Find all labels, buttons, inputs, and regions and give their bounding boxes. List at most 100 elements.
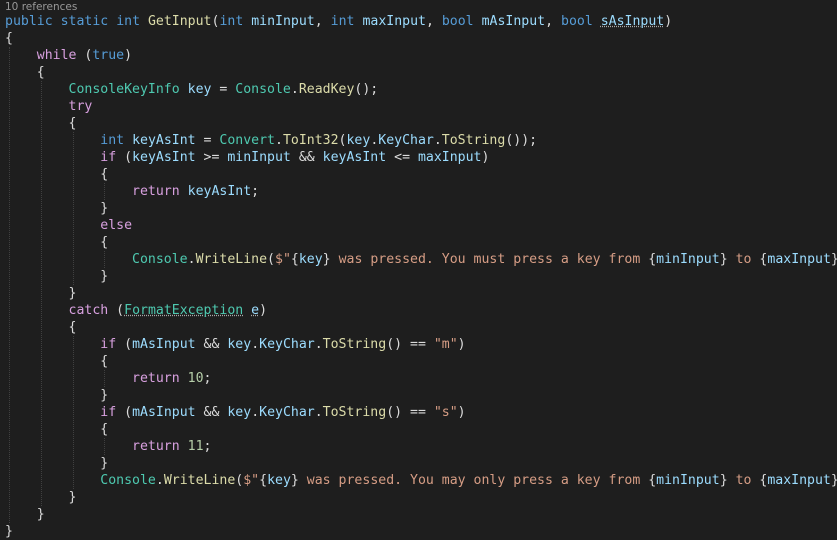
code-line: { xyxy=(5,30,13,47)
code-token: (); xyxy=(354,82,379,97)
code-token: = xyxy=(211,82,236,97)
code-token: && xyxy=(195,337,228,352)
code-token: while xyxy=(36,48,77,63)
code-token: mAsInput xyxy=(481,14,546,29)
code-token: { xyxy=(5,31,13,46)
code-line: return 10; xyxy=(5,370,211,387)
code-token: { xyxy=(5,167,109,182)
code-token: } xyxy=(5,456,109,471)
code-token: { xyxy=(648,473,657,488)
code-line: public static int GetInput(int minInput,… xyxy=(5,13,672,30)
code-token: bool xyxy=(561,14,593,29)
code-line: if (mAsInput && key.KeyChar.ToString() =… xyxy=(5,404,465,421)
code-token: key xyxy=(187,82,212,97)
code-line: catch (FormatException e) xyxy=(5,302,268,319)
code-token: , xyxy=(425,14,442,29)
code-token: was pressed. You may only press a key fr… xyxy=(298,473,649,488)
code-token: () == xyxy=(386,337,434,352)
code-token: ConsoleKeyInfo xyxy=(68,82,180,97)
code-token: minInput xyxy=(251,14,315,29)
code-token: to xyxy=(727,473,760,488)
code-token: ReadKey xyxy=(298,82,355,97)
code-token: } xyxy=(5,524,13,539)
code-token: () == xyxy=(386,405,434,420)
code-token: int xyxy=(219,14,244,29)
code-token: "s" xyxy=(433,405,458,420)
code-token: mAsInput xyxy=(132,405,196,420)
code-line: } xyxy=(5,455,108,472)
code-token: <= xyxy=(386,150,418,165)
code-token: ToString xyxy=(322,405,387,420)
code-token: { xyxy=(648,252,657,267)
code-token: ; xyxy=(203,371,212,386)
code-token: KeyChar xyxy=(259,405,315,420)
code-token: GetInput xyxy=(147,14,212,29)
code-token: int xyxy=(116,14,141,29)
code-token: } xyxy=(5,201,109,216)
code-line: { xyxy=(5,421,108,438)
code-token: ) xyxy=(481,150,490,165)
code-token: { xyxy=(5,65,45,80)
code-token: $" xyxy=(243,473,260,488)
code-token: } xyxy=(5,269,109,284)
code-token: minInput xyxy=(656,473,720,488)
code-token: static xyxy=(60,14,109,29)
code-token: } xyxy=(831,473,837,488)
code-line: { xyxy=(5,353,108,370)
code-token: { xyxy=(5,320,77,335)
code-line: return keyAsInt; xyxy=(5,183,259,200)
code-token: if xyxy=(100,405,117,420)
code-token: else xyxy=(100,218,133,233)
code-token: , xyxy=(314,14,331,29)
code-token: Convert xyxy=(219,133,275,148)
code-token: { xyxy=(5,235,109,250)
code-token: maxInput xyxy=(417,150,482,165)
code-token: . xyxy=(187,252,196,267)
code-line: Console.WriteLine($"{key} was pressed. Y… xyxy=(5,472,837,489)
code-token: = xyxy=(195,133,220,148)
code-line: ConsoleKeyInfo key = Console.ReadKey(); xyxy=(5,81,379,98)
code-token: KeyChar xyxy=(378,133,434,148)
code-line: } xyxy=(5,523,13,540)
code-token: ToInt32 xyxy=(282,133,339,148)
code-token: FormatException xyxy=(124,303,244,318)
code-token: } xyxy=(831,252,837,267)
code-line: } xyxy=(5,285,77,302)
code-token: , xyxy=(545,14,561,29)
code-token: 11 xyxy=(187,439,204,454)
code-token: mAsInput xyxy=(132,337,196,352)
code-editor[interactable]: 10 references public static int GetInput… xyxy=(0,0,837,540)
code-token: int xyxy=(100,133,125,148)
code-token: try xyxy=(68,99,93,114)
code-token: keyAsInt xyxy=(322,150,387,165)
code-token: } xyxy=(5,286,77,301)
code-token: . xyxy=(155,473,164,488)
code-token: maxInput xyxy=(362,14,426,29)
code-token: } xyxy=(5,507,45,522)
code-line: Console.WriteLine($"{key} was pressed. Y… xyxy=(5,251,837,268)
code-token: ( xyxy=(76,48,93,63)
code-token: . xyxy=(251,337,260,352)
code-token: Console xyxy=(100,473,156,488)
code-line: else xyxy=(5,217,132,234)
code-token: ; xyxy=(251,184,260,199)
code-token: catch xyxy=(68,303,109,318)
code-token: WriteLine xyxy=(163,473,236,488)
code-token: ) xyxy=(124,48,133,63)
